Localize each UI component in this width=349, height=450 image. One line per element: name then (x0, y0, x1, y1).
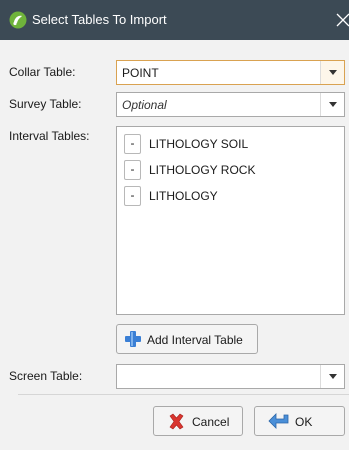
screen-table-select[interactable] (116, 364, 345, 389)
plus-icon (124, 330, 142, 351)
remove-item-button[interactable]: - (124, 160, 141, 180)
chevron-down-icon (329, 70, 337, 75)
chevron-down-icon (329, 102, 337, 107)
screen-dropdown-button[interactable] (320, 365, 344, 388)
cancel-button[interactable]: Cancel (153, 406, 243, 436)
app-icon (9, 11, 27, 29)
list-item-label: LITHOLOGY (149, 189, 218, 203)
survey-table-select[interactable]: Optional (116, 92, 345, 117)
collar-table-label: Collar Table: (9, 65, 76, 79)
chevron-down-icon (329, 374, 337, 379)
close-icon[interactable] (335, 10, 349, 29)
remove-item-button[interactable]: - (124, 134, 141, 154)
list-item-label: LITHOLOGY ROCK (149, 163, 256, 177)
list-item-label: LITHOLOGY SOIL (149, 137, 249, 151)
add-interval-table-button[interactable]: Add Interval Table (116, 324, 258, 354)
interval-tables-list[interactable]: - LITHOLOGY SOIL - LITHOLOGY ROCK - LITH… (116, 126, 345, 315)
ok-label: OK (295, 415, 313, 429)
survey-table-placeholder: Optional (122, 98, 167, 112)
window-title: Select Tables To Import (32, 12, 167, 27)
survey-table-label: Survey Table: (9, 97, 82, 111)
ok-arrow-icon (268, 413, 290, 433)
cancel-x-icon (168, 413, 185, 433)
screen-table-label: Screen Table: (9, 369, 83, 383)
dialog-body: Collar Table: POINT Survey Table: Option… (0, 40, 349, 450)
interval-tables-label: Interval Tables: (9, 129, 90, 143)
title-bar: Select Tables To Import (0, 0, 349, 40)
remove-item-button[interactable]: - (124, 186, 141, 206)
footer-separator (18, 394, 349, 395)
survey-dropdown-button[interactable] (320, 93, 344, 116)
ok-button[interactable]: OK (254, 406, 345, 436)
add-interval-table-label: Add Interval Table (147, 333, 243, 347)
collar-dropdown-button[interactable] (320, 61, 344, 84)
cancel-label: Cancel (192, 415, 230, 429)
select-tables-dialog: Select Tables To Import Collar Table: PO… (0, 0, 349, 450)
collar-table-select[interactable]: POINT (116, 60, 345, 85)
collar-table-value: POINT (122, 66, 159, 80)
